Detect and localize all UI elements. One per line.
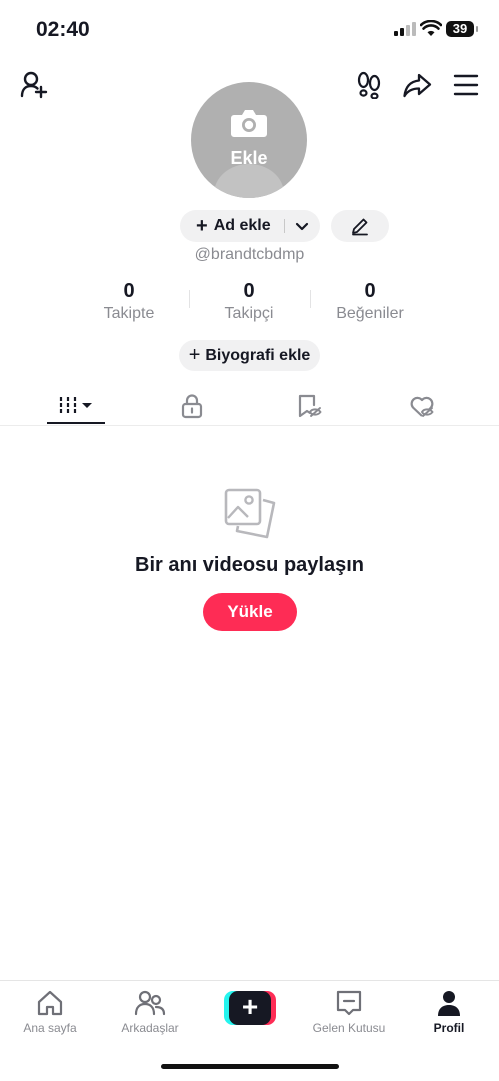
- divider: [284, 219, 285, 233]
- status-time: 02:40: [36, 18, 90, 41]
- plus-icon: +: [188, 344, 201, 366]
- add-friend-icon[interactable]: [20, 70, 50, 100]
- wifi-icon: [420, 20, 442, 36]
- empty-state-title: Bir anı videosu paylaşın: [135, 554, 364, 576]
- divider: [0, 425, 499, 426]
- avatar-placeholder: [214, 164, 284, 198]
- tab-private[interactable]: [162, 388, 222, 424]
- tab-videos[interactable]: [47, 388, 107, 424]
- photo-stack-icon: [224, 488, 276, 539]
- nav-home-label: Ana sayfa: [23, 1021, 77, 1035]
- nav-friends-label: Arkadaşlar: [121, 1021, 179, 1035]
- lock-icon: [181, 394, 203, 419]
- camera-icon: [231, 110, 267, 137]
- edit-profile-button[interactable]: [331, 210, 389, 242]
- profile-icon: [438, 991, 460, 1016]
- add-name-label: Ad ekle: [213, 217, 271, 234]
- footprints-icon[interactable]: [355, 71, 383, 99]
- likes-count: 0: [364, 280, 376, 302]
- avatar[interactable]: Ekle: [191, 82, 307, 198]
- avatar-add-label: Ekle: [230, 148, 268, 168]
- chevron-down-icon[interactable]: [294, 218, 310, 234]
- nav-inbox-label: Gelen Kutusu: [312, 1021, 386, 1035]
- followers-count: 0: [243, 280, 255, 302]
- add-bio-label: Biyografi ekle: [205, 346, 311, 364]
- home-indicator: [161, 1064, 339, 1069]
- upload-button[interactable]: Yükle: [203, 593, 297, 631]
- friends-icon: [134, 990, 166, 1016]
- plus-icon: +: [196, 215, 208, 237]
- status-bar: 02:40 39: [0, 0, 499, 60]
- nav-inbox[interactable]: Gelen Kutusu: [304, 987, 394, 1035]
- heart-hidden-icon: [410, 396, 434, 417]
- add-name-button[interactable]: + Ad ekle: [180, 210, 320, 242]
- plus-icon: +: [229, 991, 271, 1025]
- battery-icon: 39: [446, 21, 478, 37]
- active-tab-indicator: [47, 422, 105, 424]
- home-icon: [37, 990, 63, 1016]
- nav-home[interactable]: Ana sayfa: [5, 987, 95, 1035]
- nav-profile-label: Profil: [433, 1021, 465, 1035]
- tab-saved[interactable]: [279, 388, 339, 424]
- likes-label: Beğeniler: [336, 305, 404, 322]
- following-label: Takipte: [103, 305, 155, 322]
- bookmark-hidden-icon: [298, 394, 322, 418]
- share-icon[interactable]: [402, 70, 432, 100]
- inbox-icon: [336, 990, 362, 1016]
- followers-label: Takipçi: [224, 305, 274, 322]
- tab-liked[interactable]: [392, 388, 452, 424]
- create-button[interactable]: +: [224, 991, 276, 1025]
- pencil-icon: [352, 218, 368, 236]
- cellular-signal-icon: [394, 22, 416, 36]
- following-count: 0: [123, 280, 135, 302]
- username: @brandtcbdmp: [194, 246, 305, 263]
- nav-profile[interactable]: Profil: [404, 987, 494, 1035]
- menu-icon[interactable]: [453, 73, 479, 97]
- grid-icon: [59, 397, 92, 415]
- nav-friends[interactable]: Arkadaşlar: [105, 987, 195, 1035]
- stat-followers[interactable]: 0 Takipçi: [189, 280, 309, 323]
- add-bio-button[interactable]: + Biyografi ekle: [179, 340, 320, 371]
- stat-likes[interactable]: 0 Beğeniler: [310, 280, 430, 323]
- stat-following[interactable]: 0 Takipte: [69, 280, 189, 323]
